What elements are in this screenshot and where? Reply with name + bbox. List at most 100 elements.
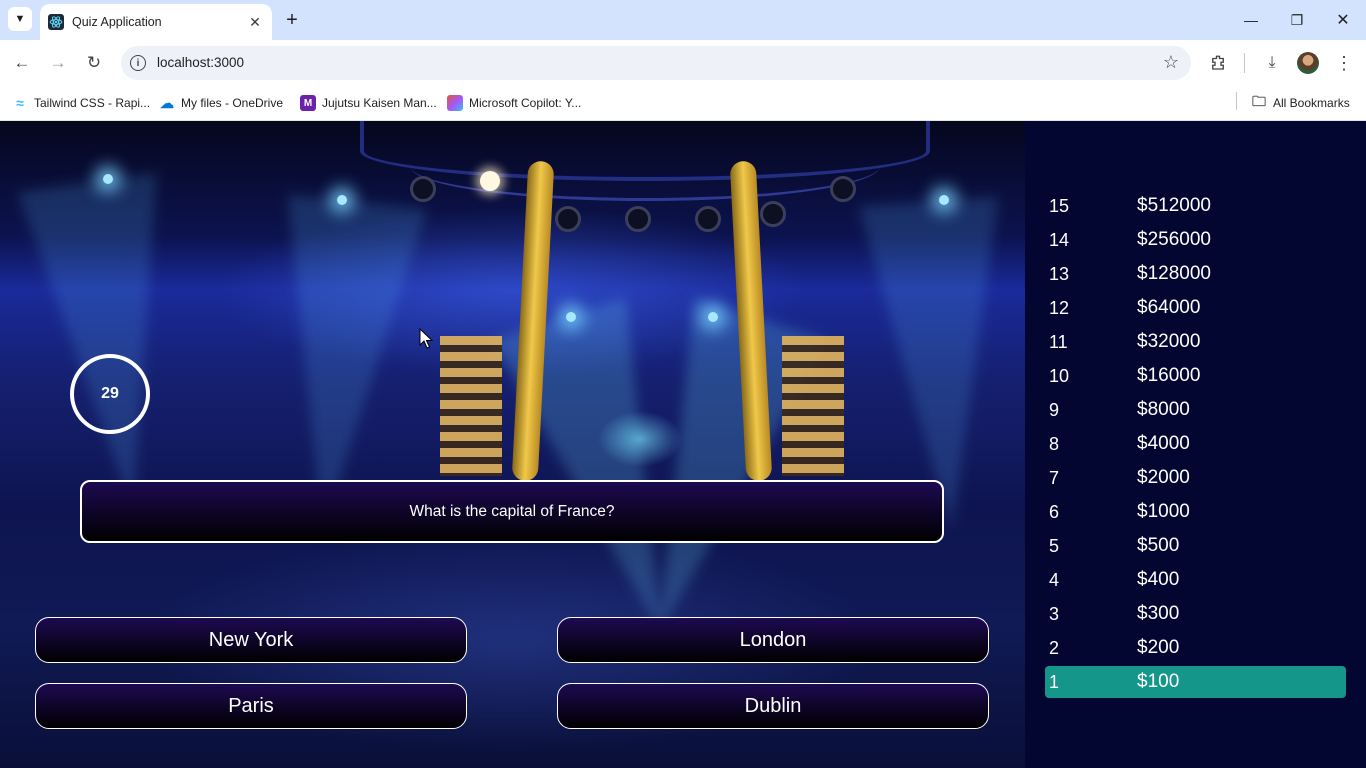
stage-lamp-icon xyxy=(695,206,721,232)
spotlight-icon xyxy=(939,195,949,205)
stage-lamp-icon xyxy=(555,206,581,232)
close-window-icon[interactable]: ✕ xyxy=(1331,8,1355,32)
prize-level-number: 13 xyxy=(1049,263,1070,284)
answer-button-a[interactable]: New York xyxy=(35,617,467,663)
tab-title: Quiz Application xyxy=(72,15,162,29)
prize-level-row: 14 $256000 xyxy=(1045,224,1346,256)
bookmarks-divider xyxy=(1236,92,1237,110)
bookmark-star-icon[interactable]: ☆ xyxy=(1163,52,1179,73)
prize-amount: $64000 xyxy=(1137,297,1201,318)
answer-label: London xyxy=(739,628,807,651)
stage-lamp-icon xyxy=(480,171,500,191)
prize-level-number: 7 xyxy=(1049,467,1060,488)
prize-level-number: 12 xyxy=(1049,297,1070,318)
prize-level-number: 5 xyxy=(1049,535,1060,556)
tailwind-icon: ≈ xyxy=(16,95,24,111)
prize-level-number: 14 xyxy=(1049,229,1070,250)
toolbar-divider xyxy=(1244,53,1245,73)
answer-label: Dublin xyxy=(744,694,802,717)
address-bar[interactable]: i localhost:3000 ☆ xyxy=(121,46,1191,80)
prize-level-row: 15 $512000 xyxy=(1045,190,1346,222)
bookmarks-bar: ≈ Tailwind CSS - Rapi... ☁ My files - On… xyxy=(0,86,1366,121)
prize-amount: $1000 xyxy=(1137,501,1190,522)
menu-kebab-icon[interactable]: ⋮ xyxy=(1332,51,1356,75)
close-tab-icon[interactable]: ✕ xyxy=(246,13,264,31)
url-text: localhost:3000 xyxy=(157,55,245,70)
stage-stairs xyxy=(440,336,502,476)
prize-level-row: 6 $1000 xyxy=(1045,496,1346,528)
onedrive-icon: ☁ xyxy=(160,94,174,111)
quiz-stage: 29 What is the capital of France? New Yo… xyxy=(0,121,1025,768)
money-pyramid: 15 $512000 14 $256000 13 $128000 12 $64000 11 $32… xyxy=(1025,121,1366,768)
stage-stairs xyxy=(782,336,844,476)
all-bookmarks[interactable]: 🗀 All Bookmarks xyxy=(1251,92,1350,114)
new-tab-button[interactable]: + xyxy=(281,9,303,31)
spotlight-icon xyxy=(103,174,113,184)
question-text: What is the capital of France? xyxy=(409,502,615,520)
profile-avatar[interactable] xyxy=(1297,52,1319,74)
prize-level-row: 8 $4000 xyxy=(1045,428,1346,460)
site-info-icon[interactable]: i xyxy=(130,55,146,71)
prize-amount: $16000 xyxy=(1137,365,1201,386)
spotlight-icon xyxy=(337,195,347,205)
download-icon[interactable]: ⤓ xyxy=(1260,51,1284,75)
prize-level-row: 9 $8000 xyxy=(1045,394,1346,426)
prize-level-row: 4 $400 xyxy=(1045,564,1346,596)
prize-level-number: 9 xyxy=(1049,399,1060,420)
prize-amount: $500 xyxy=(1137,535,1180,556)
bookmark-item[interactable]: Microsoft Copilot: Y... xyxy=(447,92,581,114)
tab-search-button[interactable]: ▼ xyxy=(8,7,32,31)
bookmark-label: My files - OneDrive xyxy=(181,96,284,110)
prize-amount: $400 xyxy=(1137,569,1180,590)
minimize-icon[interactable]: — xyxy=(1239,8,1263,32)
answer-button-d[interactable]: Dublin xyxy=(557,683,989,729)
answer-label: Paris xyxy=(228,694,274,717)
stage-lamp-icon xyxy=(830,176,856,202)
spotlight-beam xyxy=(17,172,203,520)
prize-level-number: 1 xyxy=(1049,671,1060,692)
prize-level-number: 11 xyxy=(1049,331,1068,352)
prize-amount: $256000 xyxy=(1137,229,1211,250)
copilot-icon xyxy=(447,95,463,111)
prize-level-row: 3 $300 xyxy=(1045,598,1346,630)
prize-level-number: 3 xyxy=(1049,603,1060,624)
prize-level-row: 7 $2000 xyxy=(1045,462,1346,494)
extensions-icon[interactable] xyxy=(1206,51,1230,75)
forward-icon[interactable]: → xyxy=(46,51,70,75)
restore-icon[interactable]: ❐ xyxy=(1285,8,1309,32)
all-bookmarks-label: All Bookmarks xyxy=(1273,96,1350,110)
prize-amount: $128000 xyxy=(1137,263,1211,284)
back-icon[interactable]: ← xyxy=(10,51,34,75)
mouse-cursor-icon xyxy=(419,328,433,349)
stage-lamp-icon xyxy=(625,206,651,232)
prize-level-row: 10 $16000 xyxy=(1045,360,1346,392)
prize-level-number: 15 xyxy=(1049,195,1070,216)
bookmark-item[interactable]: ☁ My files - OneDrive xyxy=(159,92,283,114)
bookmark-label: Microsoft Copilot: Y... xyxy=(469,96,582,110)
lighting-truss xyxy=(410,131,880,201)
spotlight-icon xyxy=(708,312,718,322)
bookmark-item[interactable]: ≈ Tailwind CSS - Rapi... xyxy=(12,92,150,114)
prize-level-number: 4 xyxy=(1049,569,1060,590)
tab-strip: ▼ Quiz Application ✕ + — ❐ ✕ xyxy=(0,0,1366,40)
browser-toolbar: ← → ↻ i localhost:3000 ☆ ⤓ ⋮ xyxy=(0,40,1366,86)
prize-level-number: 2 xyxy=(1049,637,1060,658)
bookmark-item[interactable]: M Jujutsu Kaisen Man... xyxy=(300,92,437,114)
folder-icon: 🗀 xyxy=(1252,93,1266,109)
prize-amount: $300 xyxy=(1137,603,1180,624)
prize-level-row: 13 $128000 xyxy=(1045,258,1346,290)
bookmark-label: Jujutsu Kaisen Man... xyxy=(322,96,437,110)
prize-level-row-active: 1 $100 xyxy=(1045,666,1346,698)
answer-label: New York xyxy=(208,628,294,651)
reload-icon[interactable]: ↻ xyxy=(82,51,106,75)
prize-level-row: 2 $200 xyxy=(1045,632,1346,664)
prize-amount: $8000 xyxy=(1137,399,1190,420)
active-tab[interactable]: Quiz Application ✕ xyxy=(40,4,272,40)
prize-amount: $32000 xyxy=(1137,331,1201,352)
spotlight-icon xyxy=(566,312,576,322)
prize-level-row: 11 $32000 xyxy=(1045,326,1346,358)
prize-level-number: 8 xyxy=(1049,433,1060,454)
answer-button-b[interactable]: London xyxy=(557,617,989,663)
prize-amount: $2000 xyxy=(1137,467,1190,488)
answer-button-c[interactable]: Paris xyxy=(35,683,467,729)
